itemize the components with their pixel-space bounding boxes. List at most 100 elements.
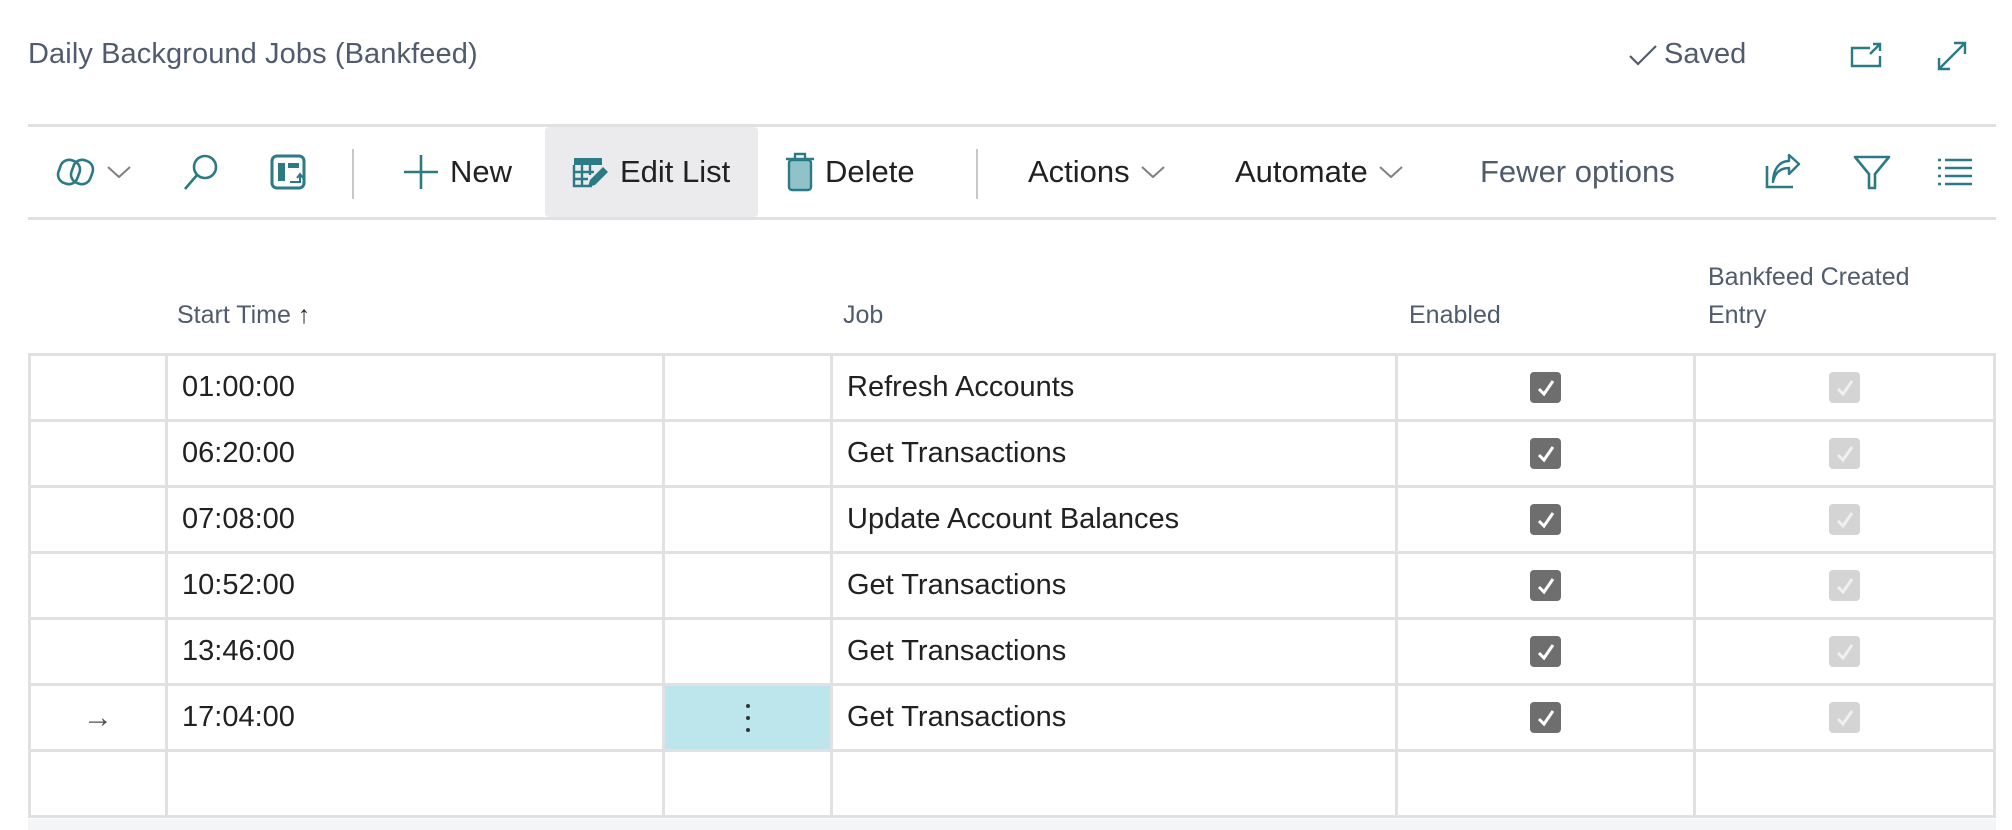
- expand-button[interactable]: [1932, 36, 1972, 76]
- table-row[interactable]: 06:20:00 Get Transactions: [28, 422, 1996, 488]
- row-menu-cell[interactable]: [665, 686, 833, 749]
- checkmark-icon: [1537, 709, 1554, 726]
- enabled-cell: [1398, 356, 1696, 419]
- row-selector[interactable]: [31, 554, 168, 617]
- enabled-cell: [1398, 554, 1696, 617]
- bankfeed-created-entry-cell: [1696, 422, 1993, 485]
- bankfeed-created-entry-cell: [1696, 356, 1993, 419]
- row-menu-cell[interactable]: [665, 620, 833, 683]
- enabled-cell: [1398, 686, 1696, 749]
- row-selector[interactable]: →: [31, 686, 168, 749]
- start-time-cell[interactable]: 10:52:00: [168, 554, 665, 617]
- table-row[interactable]: 01:00:00 Refresh Accounts: [28, 356, 1996, 422]
- table-row[interactable]: 10:52:00 Get Transactions: [28, 554, 1996, 620]
- bankfeed-created-entry-checkbox: [1829, 372, 1860, 403]
- bankfeed-created-entry-checkbox: [1829, 702, 1860, 733]
- column-header-enabled[interactable]: Enabled: [1409, 296, 1501, 334]
- checkmark-icon: [1836, 379, 1853, 396]
- table-row[interactable]: 13:46:00 Get Transactions: [28, 620, 1996, 686]
- action-bar: New Edit List Delete Actions Automate Fe…: [28, 124, 1996, 220]
- edit-list-icon: [572, 158, 608, 188]
- jobs-grid: 01:00:00 Refresh Accounts 06:20:00 Get T…: [28, 353, 1996, 818]
- row-menu-cell[interactable]: [665, 488, 833, 551]
- automate-menu-button[interactable]: Automate: [1235, 127, 1404, 217]
- start-time-cell[interactable]: 01:00:00: [168, 356, 665, 419]
- share-icon: [1765, 153, 1801, 189]
- page-title: Daily Background Jobs (Bankfeed): [28, 38, 478, 70]
- row-menu-cell[interactable]: [665, 356, 833, 419]
- list-view-button[interactable]: [1936, 127, 1974, 217]
- column-header-bankfeed-created-entry-line2: Entry: [1708, 301, 1767, 329]
- job-cell[interactable]: Get Transactions: [833, 422, 1398, 485]
- actions-menu-button[interactable]: Actions: [1028, 127, 1166, 217]
- column-header-bankfeed-created-entry[interactable]: Bankfeed Created Entry: [1708, 258, 1910, 334]
- start-time-cell[interactable]: 07:08:00: [168, 488, 665, 551]
- filter-icon: [1853, 155, 1891, 190]
- row-selector[interactable]: [31, 422, 168, 485]
- checkmark-icon: [1836, 445, 1853, 462]
- row-menu-cell[interactable]: [665, 554, 833, 617]
- row-selector[interactable]: [31, 620, 168, 683]
- enabled-checkbox[interactable]: [1530, 636, 1561, 667]
- column-header-job[interactable]: Job: [843, 296, 883, 334]
- bankfeed-created-entry-cell: [1696, 620, 1993, 683]
- job-cell[interactable]: Get Transactions: [833, 686, 1398, 749]
- open-in-new-window-button[interactable]: [1846, 36, 1886, 76]
- delete-button-label: Delete: [825, 154, 915, 189]
- fewer-options-label: Fewer options: [1480, 154, 1675, 189]
- current-row-arrow-icon: →: [83, 700, 113, 734]
- toggle-layout-button[interactable]: [268, 127, 308, 217]
- bankfeed-created-entry-checkbox: [1829, 438, 1860, 469]
- plus-icon: [404, 155, 438, 189]
- edit-list-button[interactable]: Edit List: [545, 127, 758, 217]
- more-options-icon[interactable]: [745, 703, 750, 732]
- share-button[interactable]: [1763, 127, 1803, 217]
- table-row[interactable]: 07:08:00 Update Account Balances: [28, 488, 1996, 554]
- job-cell[interactable]: Get Transactions: [833, 554, 1398, 617]
- new-button[interactable]: New: [402, 127, 512, 217]
- row-selector[interactable]: [31, 356, 168, 419]
- expand-icon: [1937, 41, 1967, 71]
- chevron-down-icon: [1140, 166, 1165, 179]
- start-time-cell[interactable]: 17:04:00: [168, 686, 665, 749]
- column-header-start-time[interactable]: Start Time ↑: [177, 296, 310, 334]
- checkmark-icon: [1836, 643, 1853, 660]
- toolbar-separator: [352, 149, 354, 199]
- job-cell[interactable]: Get Transactions: [833, 620, 1398, 683]
- job-cell[interactable]: Refresh Accounts: [833, 356, 1398, 419]
- enabled-checkbox[interactable]: [1530, 438, 1561, 469]
- page-header: Daily Background Jobs (Bankfeed) Saved: [0, 0, 2012, 120]
- checkmark-icon: [1537, 577, 1554, 594]
- row-selector[interactable]: [31, 488, 168, 551]
- open-in-new-window-icon: [1850, 42, 1882, 68]
- row-menu-cell[interactable]: [665, 422, 833, 485]
- start-time-cell[interactable]: [168, 752, 665, 815]
- job-cell[interactable]: Update Account Balances: [833, 488, 1398, 551]
- table-row-new-empty[interactable]: [28, 752, 1996, 818]
- table-row-selected[interactable]: → 17:04:00 Get Transactions: [28, 686, 1996, 752]
- search-icon: [184, 154, 218, 190]
- enabled-cell[interactable]: [1398, 752, 1696, 815]
- copilot-icon: [56, 158, 95, 186]
- bankfeed-created-entry-cell: [1696, 686, 1993, 749]
- delete-button[interactable]: Delete: [785, 127, 915, 217]
- enabled-checkbox[interactable]: [1530, 702, 1561, 733]
- checkmark-icon: [1836, 577, 1853, 594]
- automate-menu-label: Automate: [1235, 154, 1368, 189]
- start-time-cell[interactable]: 13:46:00: [168, 620, 665, 683]
- start-time-cell[interactable]: 06:20:00: [168, 422, 665, 485]
- enabled-checkbox[interactable]: [1530, 570, 1561, 601]
- list-view-icon: [1938, 158, 1972, 186]
- enabled-checkbox[interactable]: [1530, 504, 1561, 535]
- filter-button[interactable]: [1852, 127, 1892, 217]
- row-menu-cell[interactable]: [665, 752, 833, 815]
- search-button[interactable]: [180, 127, 222, 217]
- column-header-bankfeed-created-entry-line1: Bankfeed Created: [1708, 263, 1910, 291]
- enabled-checkbox[interactable]: [1530, 372, 1561, 403]
- bankfeed-created-entry-checkbox: [1829, 504, 1860, 535]
- fewer-options-button[interactable]: Fewer options: [1480, 127, 1675, 217]
- job-cell[interactable]: [833, 752, 1398, 815]
- row-selector[interactable]: [31, 752, 168, 815]
- copilot-menu-button[interactable]: [56, 127, 132, 217]
- grid-header: Start Time ↑ Job Enabled Bankfeed Create…: [28, 250, 1996, 353]
